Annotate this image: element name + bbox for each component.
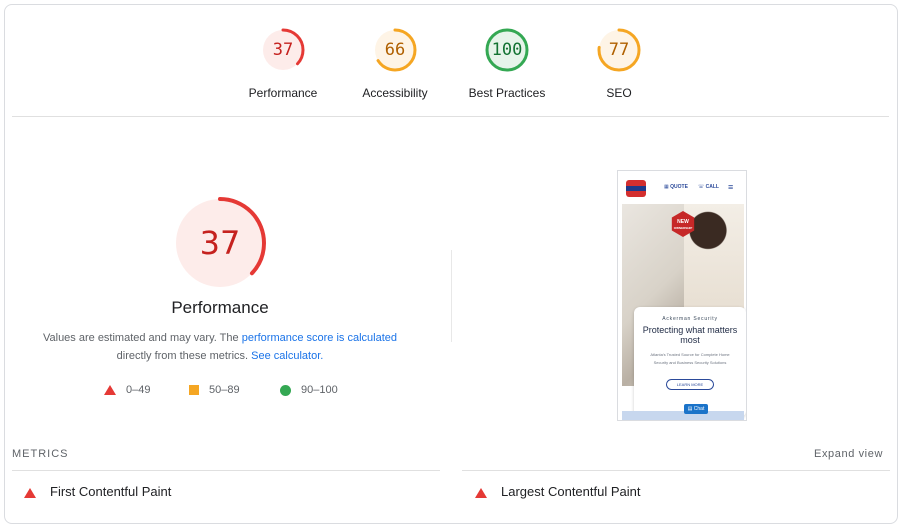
gauge-ring: 66 [371,26,419,74]
square-icon [189,385,199,396]
metrics-divider-left [12,470,440,471]
gauge-performance[interactable]: 37 Performance [238,26,328,100]
performance-title: Performance [171,298,269,317]
hero-image: NEW OWNERSHIP Ackerman Security Protectin… [622,204,746,417]
legend-label: 90–100 [301,384,338,396]
performance-gauge-large: 37 [172,195,268,291]
gauge-ring: 100 [483,26,531,74]
gauge-score: 77 [608,40,630,60]
gauge-ring: 37 [259,26,307,74]
site-logo [626,180,646,197]
legend-label: 0–49 [126,384,151,396]
score-legend: 0–49 50–89 90–100 [0,384,440,400]
call-nav: ☏ CALL [698,184,719,190]
metric-label: Largest Contentful Paint [501,484,641,499]
brand-name: Ackerman Security [662,316,718,322]
triangle-icon [475,487,487,498]
legend-item-pass: 90–100 [280,384,338,396]
gauge-seo[interactable]: 77 SEO [574,26,664,100]
hero-card: Ackerman Security Protecting what matter… [634,307,746,417]
hero-headline: Protecting what matters most [642,325,738,345]
gauge-score: 66 [384,40,406,60]
circle-icon [280,384,291,396]
performance-description: Values are estimated and may vary. The p… [20,329,420,365]
gauge-score: 100 [491,40,523,60]
gauge-label: Best Practices [468,86,546,100]
gauge-label: Accessibility [362,86,428,100]
desc-text: directly from these metrics. [116,350,252,362]
legend-label: 50–89 [209,384,240,396]
legend-item-fail: 0–49 [104,384,150,396]
category-gauges: 37 Performance 66 Accessibility 100 Best… [0,26,904,106]
gauge-best-practices[interactable]: 100 Best Practices [462,26,552,100]
metrics-divider-right [462,470,890,471]
section-divider [12,116,889,117]
triangle-icon [24,487,36,498]
gauge-ring: 77 [595,26,643,74]
metric-largest-contentful-paint[interactable]: Largest Contentful Paint [475,484,640,499]
hero-subtext: Atlanta's Trusted Source for Complete Ho… [650,352,730,365]
quote-nav: ▦ QUOTE [664,184,688,190]
expand-view-toggle[interactable]: Expand view [814,448,883,460]
learn-more-button: LEARN MORE [665,379,715,390]
metrics-heading: METRICS [12,448,69,460]
site-header: ▦ QUOTE ☏ CALL ≡ [618,171,746,204]
metric-first-contentful-paint[interactable]: First Contentful Paint [24,484,171,499]
triangle-icon [104,385,116,396]
footer-strip [622,411,744,420]
performance-score: 37 [199,224,241,262]
chat-button: ▤ Chat [684,404,708,414]
see-calculator-link[interactable]: See calculator. [251,350,323,362]
gauge-label: Performance [248,86,318,100]
gauge-label: SEO [606,86,632,100]
metric-label: First Contentful Paint [50,484,172,499]
score-calculated-link[interactable]: performance score is calculated [242,332,397,344]
hamburger-menu-icon: ≡ [728,182,734,192]
final-screenshot[interactable]: ▦ QUOTE ☏ CALL ≡ NEW OWNERSHIP Ackerman S… [617,170,747,421]
gauge-score: 37 [272,40,294,60]
legend-item-average: 50–89 [189,384,240,396]
desc-text: Values are estimated and may vary. The [42,332,242,344]
vertical-divider [451,250,452,342]
gauge-accessibility[interactable]: 66 Accessibility [350,26,440,100]
